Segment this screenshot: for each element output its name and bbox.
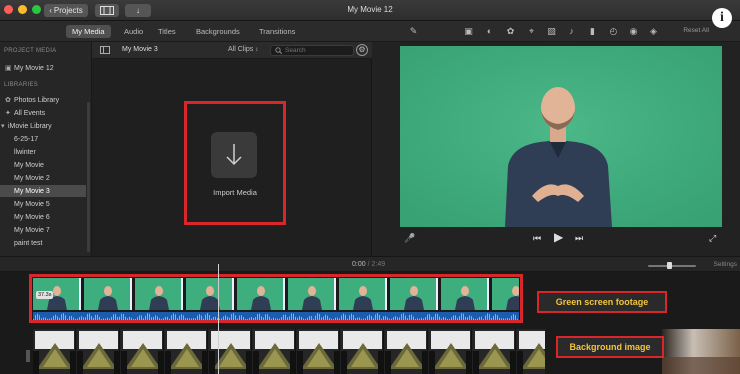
toggle-sidebar-icon[interactable] (100, 46, 110, 54)
tab-audio[interactable]: Audio (118, 25, 149, 38)
search-icon (275, 47, 282, 54)
sidebar-scrollbar[interactable] (87, 102, 90, 252)
filmstrip-frame (517, 329, 545, 374)
sidebar-item-event[interactable]: My Movie 5 (0, 198, 86, 210)
import-media-highlight: Import Media (184, 101, 286, 225)
background-callout: Background image (556, 336, 664, 358)
fullscreen-icon[interactable]: ⤢ (709, 233, 716, 244)
filmstrip-frame (165, 329, 208, 374)
clip-filter-icon[interactable]: ◈ (648, 26, 659, 37)
green-screen-callout: Green screen footage (537, 291, 667, 313)
sidebar-item-event[interactable]: My Movie 2 (0, 172, 86, 184)
sidebar-item-all-events[interactable]: ✦ All Events (0, 107, 86, 119)
magic-wand-icon[interactable]: ✎ (408, 26, 419, 37)
green-screen-highlight (29, 274, 523, 323)
clip-filter-dropdown[interactable]: All Clips ↕ (228, 46, 258, 53)
tab-titles[interactable]: Titles (152, 25, 182, 38)
color-palette-icon[interactable]: ✿ (505, 26, 516, 37)
reset-all-button[interactable]: Reset All (683, 27, 709, 34)
import-media-button[interactable] (211, 132, 257, 178)
background-image-thumb[interactable] (662, 329, 740, 374)
color-balance-icon[interactable]: ◐ (484, 26, 495, 37)
timecode: 0:00 / 2:49 (352, 261, 385, 268)
filmstrip-frame (429, 329, 472, 374)
libraries-sidebar: PROJECT MEDIA ▣ My Movie 12 LIBRARIES ✿ … (0, 42, 92, 256)
import-media-label: Import Media (213, 188, 257, 197)
window-title: My Movie 12 (347, 5, 393, 14)
timeline-header: 0:00 / 2:49 Settings (0, 256, 740, 272)
zoom-slider[interactable] (648, 262, 696, 269)
sidebar-item-event[interactable]: My Movie 6 (0, 211, 86, 223)
track-handle[interactable] (26, 350, 30, 362)
sidebar-item-event[interactable]: My Movie 7 (0, 224, 86, 236)
crop-icon[interactable]: ⌖ (526, 26, 537, 37)
tab-my-media[interactable]: My Media (66, 25, 111, 38)
background-photo (662, 329, 740, 374)
play-icon[interactable]: ▶ (554, 230, 563, 244)
volume-icon[interactable]: ♪ (566, 26, 577, 37)
project-media-header: PROJECT MEDIA (4, 48, 57, 54)
skip-back-icon[interactable]: ⏮ (533, 233, 541, 244)
search-input[interactable] (285, 47, 345, 54)
sidebar-item-label: iMovie Library (8, 122, 52, 130)
timeline-settings-button[interactable]: Settings (714, 261, 738, 268)
tab-transitions[interactable]: Transitions (253, 25, 301, 38)
sidebar-item-photos-library[interactable]: ✿ Photos Library (0, 94, 86, 106)
sidebar-item-event-selected[interactable]: My Movie 3 (0, 185, 86, 197)
noise-reduction-icon[interactable]: ◉ (628, 26, 639, 37)
playhead[interactable] (218, 264, 219, 374)
filmstrip-frame (33, 329, 76, 374)
filmstrip-frame (253, 329, 296, 374)
media-tab-bar: My Media Audio Titles Backgrounds Transi… (0, 21, 740, 42)
gear-icon[interactable]: ⚙ (356, 44, 368, 56)
photos-icon: ✿ (5, 97, 11, 104)
filmstrip-frame (209, 329, 252, 374)
sidebar-item-label: My Movie 12 (14, 64, 54, 72)
overlay-icon[interactable]: ▣ (463, 26, 474, 37)
timeline: 37.3s Green screen footage Background im… (0, 272, 740, 374)
browser-header: My Movie 3 All Clips ↕ ⚙ (92, 42, 372, 59)
sidebar-item-event[interactable]: llwinter (0, 146, 86, 158)
sidebar-item-label: All Events (14, 109, 46, 117)
media-browser: My Movie 3 All Clips ↕ ⚙ Import Media (92, 42, 372, 256)
filmstrip-frame (473, 329, 516, 374)
star-icon: ✦ (5, 110, 11, 117)
time-separator: / (367, 261, 370, 268)
speed-icon[interactable]: ◴ (608, 26, 619, 37)
filmstrip-frame (121, 329, 164, 374)
down-arrow-icon (226, 144, 242, 166)
chevron-updown-icon: ↕ (255, 47, 259, 53)
stabilize-icon[interactable]: ▧ (546, 26, 557, 37)
zoom-slider-knob[interactable] (667, 262, 672, 269)
title-bar: ‹ Projects ↓ My Movie 12 (0, 0, 740, 21)
clip-filter-label: All Clips (228, 46, 254, 53)
total-time: 2:49 (371, 261, 386, 268)
filmstrip-frame (297, 329, 340, 374)
sidebar-item-project[interactable]: ▣ My Movie 12 (0, 62, 86, 74)
background-clip[interactable] (33, 329, 545, 374)
sidebar-item-event[interactable]: 6-25-17 (0, 133, 86, 145)
sidebar-item-event[interactable]: My Movie (0, 159, 86, 171)
info-icon[interactable]: i (712, 8, 732, 28)
filmstrip-frame (341, 329, 384, 374)
equalizer-icon[interactable]: ▮ (587, 26, 598, 37)
skip-forward-icon[interactable]: ⏭ (575, 233, 583, 244)
microphone-icon[interactable]: 🎤 (404, 233, 415, 244)
video-preview (400, 46, 722, 227)
event-name: My Movie 3 (122, 46, 158, 53)
disclosure-triangle-icon: ▾ (1, 123, 5, 130)
filmstrip-frame (385, 329, 428, 374)
film-icon: ▣ (5, 65, 12, 72)
filmstrip-frame (77, 329, 120, 374)
search-field[interactable] (270, 45, 354, 56)
sidebar-item-label: Photos Library (14, 96, 60, 104)
viewer: 🎤 ⏮ ▶ ⏭ ⤢ (372, 42, 740, 256)
sidebar-item-event[interactable]: paint test (0, 237, 86, 249)
libraries-header: LIBRARIES (4, 82, 39, 88)
sidebar-item-imovie-library[interactable]: ▾ iMovie Library (0, 120, 86, 132)
presenter-image (400, 46, 722, 227)
clip-duration-badge: 37.3s (36, 291, 54, 299)
current-time: 0:00 (352, 261, 366, 268)
tab-backgrounds[interactable]: Backgrounds (190, 25, 246, 38)
